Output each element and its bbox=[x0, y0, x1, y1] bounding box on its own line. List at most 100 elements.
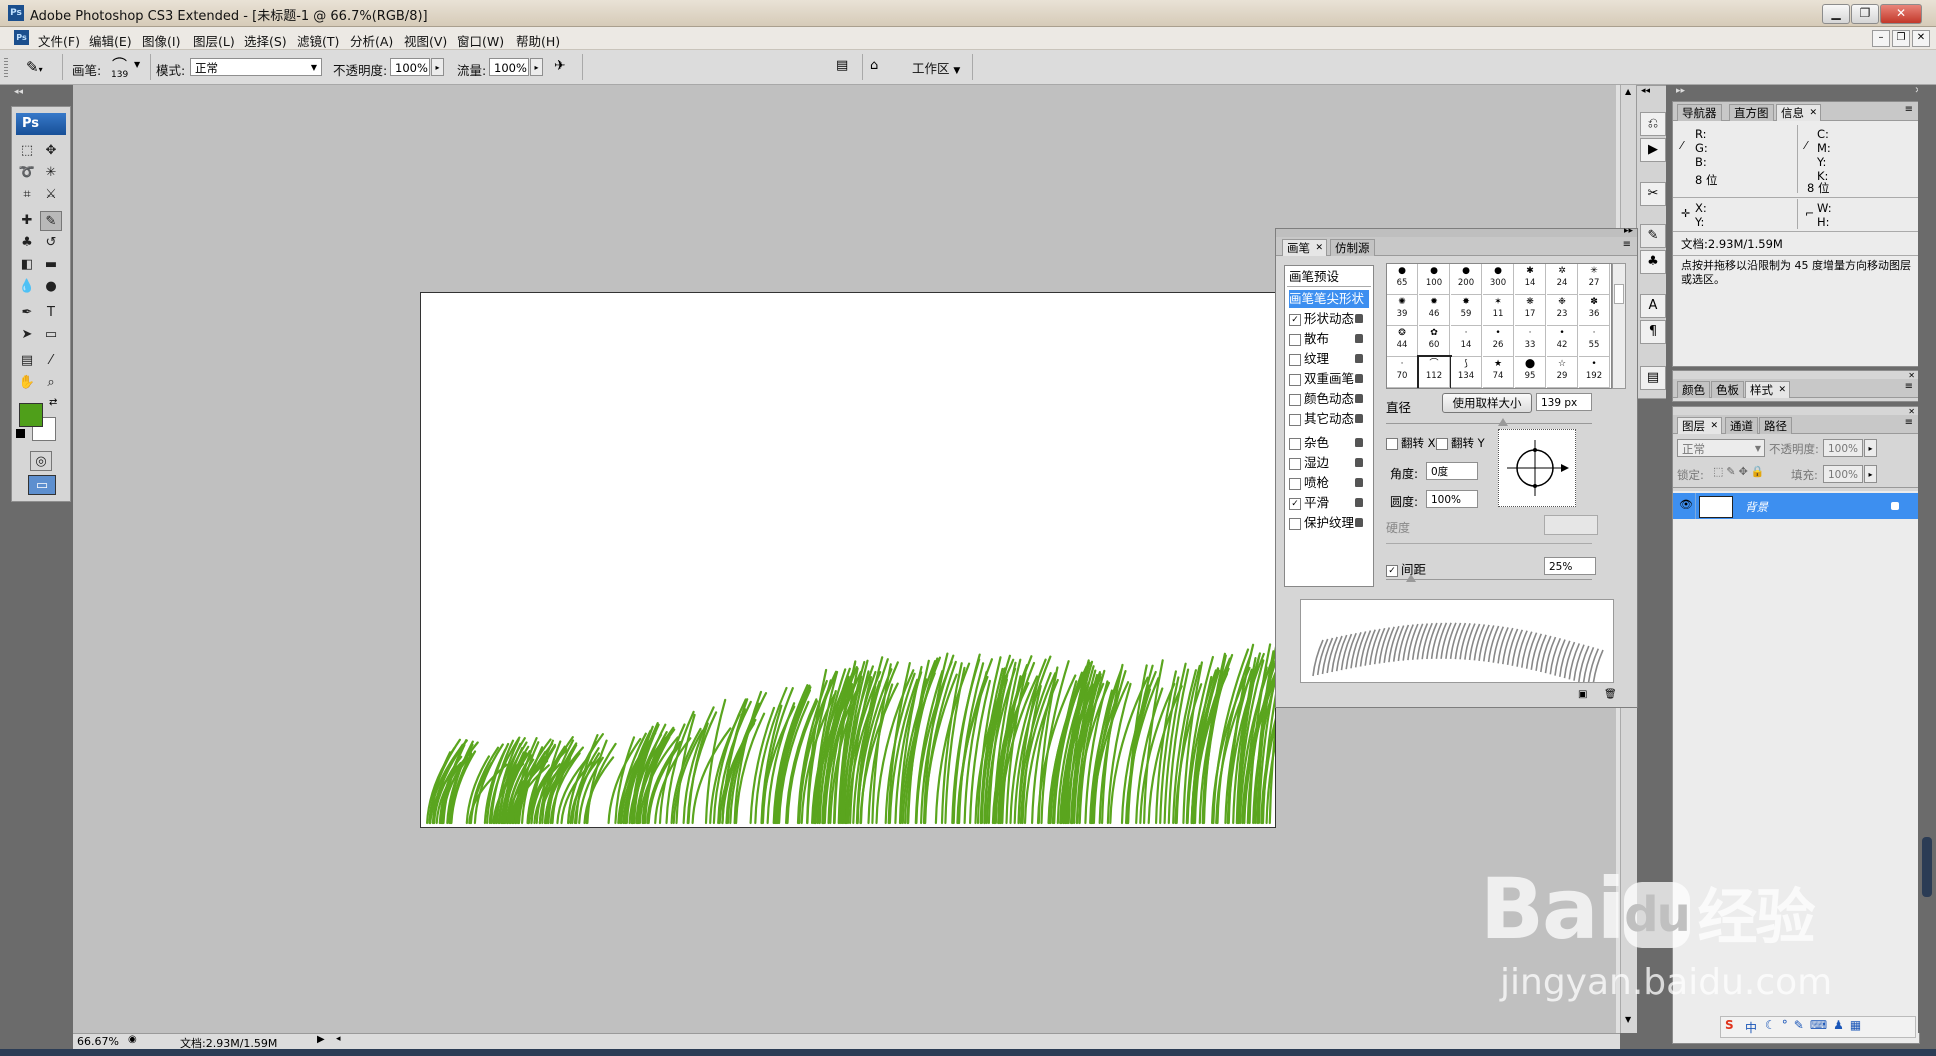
path-selection-icon[interactable]: ➤ bbox=[16, 325, 38, 345]
flip-y-checkbox[interactable]: 翻转 Y bbox=[1436, 435, 1485, 451]
brush-option-item[interactable]: 双重画笔 bbox=[1289, 370, 1369, 388]
brush-option-item[interactable]: 颜色动态 bbox=[1289, 390, 1369, 408]
pen-tool-icon[interactable]: ✒ bbox=[16, 303, 38, 323]
brush-tip-cell[interactable]: ✹ 46 bbox=[1419, 295, 1450, 326]
brush-tip-cell[interactable]: ★ 74 bbox=[1483, 357, 1514, 388]
checkbox[interactable] bbox=[1386, 437, 1398, 450]
zoom-tool-icon[interactable]: ⌕ bbox=[40, 373, 62, 393]
fill-input[interactable]: 100% bbox=[1823, 465, 1863, 483]
spacing-slider-thumb[interactable] bbox=[1406, 574, 1416, 582]
close-tab-icon[interactable]: ✕ bbox=[1315, 240, 1323, 256]
character-panel-icon[interactable]: A bbox=[1640, 294, 1666, 318]
expand-dock-icon[interactable]: ◂◂ bbox=[1641, 86, 1650, 96]
marquee-tool-icon[interactable]: ⬚ bbox=[16, 141, 38, 161]
menu-file[interactable]: 文件(F) bbox=[38, 31, 80, 50]
lock-icon[interactable] bbox=[1355, 478, 1363, 487]
checkbox[interactable] bbox=[1289, 393, 1301, 406]
expand-icon[interactable]: ▸▸ bbox=[1624, 226, 1633, 236]
doc-minimize-button[interactable]: – bbox=[1872, 30, 1890, 47]
minimize-button[interactable]: ▁ bbox=[1822, 4, 1850, 24]
brush-tip-cell[interactable]: ✲ 24 bbox=[1547, 264, 1578, 295]
diameter-input[interactable]: 139 px bbox=[1536, 393, 1592, 411]
default-colors-icon[interactable] bbox=[16, 429, 25, 438]
magic-wand-icon[interactable]: ✳ bbox=[40, 163, 62, 183]
brush-tip-cell[interactable]: • 26 bbox=[1483, 326, 1514, 357]
clone-source-panel-icon[interactable]: ♣ bbox=[1640, 250, 1666, 274]
move-tool-icon[interactable]: ✥ bbox=[40, 141, 62, 161]
brush-option-item[interactable]: 保护纹理 bbox=[1289, 514, 1369, 532]
layer-comps-icon[interactable]: ▤ bbox=[1640, 366, 1666, 390]
brush-option-item[interactable]: 画笔笔尖形状 bbox=[1289, 290, 1369, 308]
tab-clone-source[interactable]: 仿制源 bbox=[1330, 239, 1375, 256]
panel-menu-icon[interactable]: ≡ bbox=[1623, 239, 1631, 250]
crop-tool-icon[interactable]: ⌗ bbox=[16, 185, 38, 205]
brush-tool-icon[interactable]: ✎ bbox=[40, 211, 62, 231]
document-icon[interactable]: Ps bbox=[14, 30, 29, 45]
mode-select[interactable]: 正常 ▼ bbox=[190, 58, 322, 76]
brush-tip-cell[interactable]: ✳ 27 bbox=[1579, 264, 1610, 295]
fill-slider[interactable]: ▸ bbox=[1864, 465, 1877, 483]
lock-icons[interactable]: ⬚✎✥🔒 bbox=[1713, 465, 1768, 478]
brush-option-item[interactable]: ✓ 形状动态 bbox=[1289, 310, 1369, 328]
tab-histogram[interactable]: 直方图 bbox=[1729, 104, 1774, 121]
brush-tip-cell[interactable]: ✺ 39 bbox=[1387, 295, 1418, 326]
brush-tip-cell[interactable]: • 42 bbox=[1547, 326, 1578, 357]
tab-brushes[interactable]: 画笔 ✕ bbox=[1282, 239, 1327, 256]
checkbox[interactable] bbox=[1289, 477, 1301, 490]
slice-tool-icon[interactable]: ⚔ bbox=[40, 185, 62, 205]
history-panel-icon[interactable]: ⎌ bbox=[1640, 112, 1666, 136]
panel-menu-icon[interactable]: ≡ bbox=[1905, 417, 1913, 428]
tab-styles[interactable]: 样式 ✕ bbox=[1745, 381, 1790, 398]
lasso-tool-icon[interactable]: ➰ bbox=[16, 163, 38, 183]
document-canvas[interactable] bbox=[420, 292, 1276, 828]
brush-tip-cell[interactable]: ✶ 11 bbox=[1483, 295, 1514, 326]
close-tab-icon[interactable]: ✕ bbox=[1710, 418, 1718, 434]
blur-tool-icon[interactable]: 💧 bbox=[16, 277, 38, 297]
hand-tool-icon[interactable]: ✋ bbox=[16, 373, 38, 393]
flow-slider-button[interactable]: ▸ bbox=[530, 58, 543, 76]
type-tool-icon[interactable]: T bbox=[40, 303, 62, 323]
scroll-thumb[interactable] bbox=[1614, 284, 1624, 304]
brush-tip-cell[interactable]: ✿ 60 bbox=[1419, 326, 1450, 357]
diameter-slider-thumb[interactable] bbox=[1498, 418, 1508, 426]
checkbox[interactable] bbox=[1289, 353, 1301, 366]
blend-mode-select[interactable]: 正常 ▼ bbox=[1677, 439, 1765, 457]
lock-icon[interactable] bbox=[1355, 518, 1363, 527]
checkbox[interactable] bbox=[1436, 437, 1448, 450]
brush-tip-cell[interactable]: • 192 bbox=[1579, 357, 1610, 388]
brush-tip-cell[interactable]: · 70 bbox=[1387, 357, 1418, 388]
lock-icon[interactable] bbox=[1355, 458, 1363, 467]
history-brush-icon[interactable]: ↺ bbox=[40, 233, 62, 253]
screen-mode-icon[interactable]: ▭ bbox=[28, 475, 56, 495]
new-brush-icon[interactable]: ▣ bbox=[1578, 689, 1587, 700]
lock-icon[interactable] bbox=[1355, 414, 1363, 423]
brush-picker[interactable]: ⌒ 139 ▼ bbox=[108, 54, 148, 82]
lock-icon[interactable] bbox=[1355, 354, 1363, 363]
brush-tip-cell[interactable]: ✸ 59 bbox=[1451, 295, 1482, 326]
doc-close-button[interactable]: ✕ bbox=[1912, 30, 1930, 47]
ime-tool-icons[interactable]: ☾°✎⌨♟▦ bbox=[1765, 1018, 1867, 1032]
spacing-input[interactable]: 25% bbox=[1544, 557, 1596, 575]
workspace-button[interactable]: 工作区 ▼ bbox=[912, 58, 960, 77]
menu-select[interactable]: 选择(S) bbox=[244, 31, 287, 50]
expand-icon[interactable]: ▸▸ bbox=[1676, 86, 1685, 96]
scroll-down-icon[interactable]: ▼ bbox=[1625, 1015, 1631, 1024]
close-tab-icon[interactable]: ✕ bbox=[1778, 382, 1786, 398]
brush-option-item[interactable]: 纹理 bbox=[1289, 350, 1369, 368]
lock-icon[interactable] bbox=[1355, 334, 1363, 343]
roundness-input[interactable]: 100% bbox=[1426, 490, 1478, 508]
scroll-left-icon[interactable]: ◂ bbox=[336, 1034, 341, 1044]
lock-icon[interactable] bbox=[1355, 374, 1363, 383]
collapse-icon[interactable]: ◂◂ bbox=[14, 87, 23, 97]
brush-presets-item[interactable]: 画笔预设 bbox=[1287, 268, 1371, 287]
tab-layers[interactable]: 图层 ✕ bbox=[1677, 417, 1722, 434]
trash-icon[interactable]: 🗑 bbox=[1604, 689, 1617, 700]
spacing-slider[interactable] bbox=[1386, 579, 1592, 580]
brush-option-item[interactable]: 其它动态 bbox=[1289, 410, 1369, 428]
brush-tip-cell[interactable]: ❂ 44 bbox=[1387, 326, 1418, 357]
lock-icon[interactable] bbox=[1355, 438, 1363, 447]
brush-grid-scrollbar[interactable] bbox=[1612, 263, 1626, 389]
layer-opacity-slider[interactable]: ▸ bbox=[1864, 439, 1877, 457]
quick-mask-icon[interactable]: ◎ bbox=[30, 451, 52, 471]
tab-info[interactable]: 信息 ✕ bbox=[1776, 104, 1821, 121]
